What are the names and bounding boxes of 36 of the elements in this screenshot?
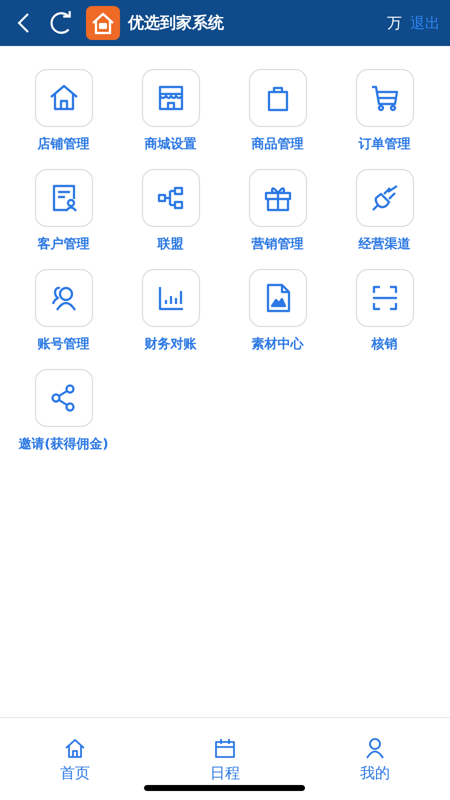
menu-label: 订单管理 (358, 136, 410, 153)
refresh-icon[interactable] (48, 10, 74, 36)
user-name: 万 (387, 14, 402, 32)
menu-label: 营销管理 (252, 236, 304, 253)
menu-label: 联盟 (158, 236, 184, 253)
menu-tile[interactable] (356, 169, 414, 227)
logout-link[interactable]: 退出 (410, 14, 440, 32)
app-title: 优选到家系统 (128, 12, 224, 34)
menu-tile[interactable] (142, 269, 200, 327)
logo-icon (86, 6, 120, 40)
menu-tile[interactable] (248, 169, 306, 227)
menu-label: 邀请(获得佣金) (18, 436, 108, 453)
menu-label: 素材中心 (252, 336, 304, 353)
nav-tab[interactable]: 我的 (300, 718, 450, 800)
menu-label: 店铺管理 (38, 136, 90, 153)
menu-tile[interactable] (142, 169, 200, 227)
menu-tile[interactable] (356, 269, 414, 327)
menu-tile[interactable] (248, 69, 306, 127)
menu-tile[interactable] (34, 69, 92, 127)
menu-tile[interactable] (34, 169, 92, 227)
menu-label: 经营渠道 (358, 236, 410, 253)
menu-label: 账号管理 (38, 336, 90, 353)
menu-tile[interactable] (142, 69, 200, 127)
menu-label: 财务对账 (144, 336, 196, 353)
house-icon (63, 736, 87, 760)
menu-label: 客户管理 (38, 236, 90, 253)
menu-label: 商城设置 (144, 136, 196, 153)
menu-tile[interactable] (34, 269, 92, 327)
menu-label: 核销 (372, 336, 398, 353)
nav-tab[interactable]: 首页 (0, 718, 150, 800)
menu-tile[interactable] (248, 269, 306, 327)
nav-tab[interactable]: 日程 (150, 718, 300, 800)
menu-tile[interactable] (356, 69, 414, 127)
menu-tile[interactable] (34, 369, 92, 427)
calendar-icon (213, 736, 237, 760)
menu-label: 商品管理 (252, 136, 304, 153)
